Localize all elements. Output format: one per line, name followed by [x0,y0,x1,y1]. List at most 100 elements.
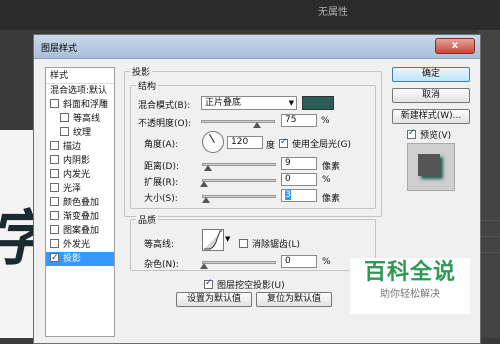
new-style-button[interactable]: 新建样式(W)... [392,109,470,124]
distance-slider[interactable] [202,163,276,166]
style-preview [407,143,455,191]
style-item-checkbox[interactable] [50,99,59,108]
style-item-label: 斜面和浮雕 [63,100,109,110]
blend-mode-select[interactable]: 正片叠底 ▼ [201,96,297,110]
style-item-label: 渐变叠加 [63,212,100,222]
style-list-header[interactable]: 样式 [46,68,114,84]
style-item[interactable]: 光泽 [46,182,114,196]
style-item-checkbox[interactable] [50,251,59,265]
dialog-title: 图层样式 [41,44,78,54]
shadow-color-swatch[interactable] [302,96,334,110]
global-light-label: 使用全局光(G) [292,140,351,150]
antialias-checkbox[interactable] [239,239,248,248]
size-slider[interactable] [202,195,276,198]
cancel-button[interactable]: 取消 [392,88,470,103]
style-item-checkbox[interactable] [60,113,69,122]
style-item[interactable]: 描边 [46,140,114,154]
contour-dropdown-icon[interactable]: ▼ [225,235,230,243]
style-item[interactable]: 内阴影 [46,154,114,168]
style-item-checkbox[interactable] [50,239,59,248]
antialias-label: 消除锯齿(L) [252,240,301,250]
close-button[interactable]: x [435,38,475,54]
spread-unit: % [322,175,331,185]
blend-mode-value: 正片叠底 [205,98,242,108]
preview-checkbox[interactable] [407,128,416,139]
style-list: 样式 混合选项:默认斜面和浮雕等高线纹理描边 内阴影 内发光 光泽颜色叠加渐变叠加图案… [45,67,115,337]
style-item-checkbox[interactable] [50,197,59,206]
size-input[interactable]: 3 [281,189,317,202]
style-item[interactable]: 外发光 [46,238,114,252]
style-item[interactable]: 投影 [46,251,114,266]
style-item-label: 外发光 [63,240,91,250]
style-item-checkbox[interactable] [50,225,59,234]
noise-label: 杂色(N): [144,260,179,270]
style-item[interactable]: 图案叠加 [46,224,114,238]
style-item[interactable]: 斜面和浮雕 [46,98,114,112]
spread-slider-thumb[interactable] [200,181,208,187]
blend-mode-label: 混合模式(B): [138,101,191,111]
reset-default-button[interactable]: 复位为默认值 [256,292,332,307]
style-item-checkbox[interactable] [50,155,59,164]
make-default-button[interactable]: 设置为默认值 [176,292,252,307]
contour-picker[interactable] [202,229,224,251]
spread-slider[interactable] [202,179,276,182]
size-label: 大小(S): [144,194,178,204]
style-item[interactable]: 纹理 [46,126,114,140]
global-light-checkbox-wrap[interactable]: 使用全局光(G) [279,137,351,150]
noise-slider-thumb[interactable] [200,263,208,269]
global-light-checkbox[interactable] [279,137,288,148]
angle-unit: 度 [266,141,276,151]
distance-input[interactable]: 9 [281,157,317,170]
style-item-checkbox[interactable] [50,169,59,178]
chevron-down-icon: ▼ [288,99,294,107]
structure-legend: 结构 [136,79,159,92]
contour-curve-icon [204,230,222,250]
spread-label: 扩展(R): [144,178,179,188]
workspace-topbar [0,0,500,30]
noise-slider[interactable] [202,261,276,264]
style-item[interactable]: 混合选项:默认 [46,84,114,98]
style-item-label: 纹理 [73,128,92,138]
spread-input[interactable]: 0 [281,173,317,186]
contour-label: 等高线: [144,240,175,250]
distance-slider-thumb[interactable] [204,165,212,171]
style-item-label: 等高线 [73,114,101,124]
ok-button[interactable]: 确定 [392,67,470,82]
style-item-checkbox[interactable] [50,141,59,150]
angle-dial[interactable] [202,131,224,153]
workspace-right-panel [478,30,500,338]
angle-label: 角度(A): [144,140,179,150]
style-item[interactable]: 等高线 [46,112,114,126]
antialias-checkbox-wrap[interactable]: 消除锯齿(L) [239,237,300,250]
opacity-input[interactable]: 75 [281,114,317,127]
style-item-label: 混合选项:默认 [50,86,108,96]
style-item-label: 图案叠加 [63,226,100,236]
noise-unit: % [322,257,331,267]
opacity-label: 不透明度(O): [138,119,192,129]
knockout-checkbox-wrap[interactable]: 图层挖空投影(U) [204,278,285,291]
opacity-slider-thumb[interactable] [252,122,261,128]
opacity-slider[interactable] [201,120,275,123]
size-slider-thumb[interactable] [202,197,210,203]
opacity-unit: % [321,116,330,126]
style-item-label: 投影 [63,254,82,264]
style-item[interactable]: 内发光 [46,168,114,182]
style-item[interactable]: 渐变叠加 [46,210,114,224]
distance-label: 距离(D): [144,162,179,172]
style-item-label: 颜色叠加 [63,198,100,208]
angle-input[interactable]: 120 [227,136,263,149]
watermark: 百科全说 助你轻松解决 [350,258,470,314]
quality-legend: 品质 [136,213,159,226]
preview-checkbox-wrap[interactable]: 预览(V) [407,128,451,141]
distance-unit: 像素 [322,162,341,172]
size-unit: 像素 [322,194,341,204]
knockout-label: 图层挖空投影(U) [217,281,285,291]
style-item[interactable]: 颜色叠加 [46,196,114,210]
style-item-checkbox[interactable] [50,183,59,192]
shadow-group-legend: 投影 [130,65,153,78]
dialog-titlebar[interactable]: 图层样式 x [34,35,480,59]
style-item-checkbox[interactable] [60,127,69,136]
noise-input[interactable]: 0 [281,255,317,268]
knockout-checkbox[interactable] [204,278,213,289]
style-item-checkbox[interactable] [50,211,59,220]
